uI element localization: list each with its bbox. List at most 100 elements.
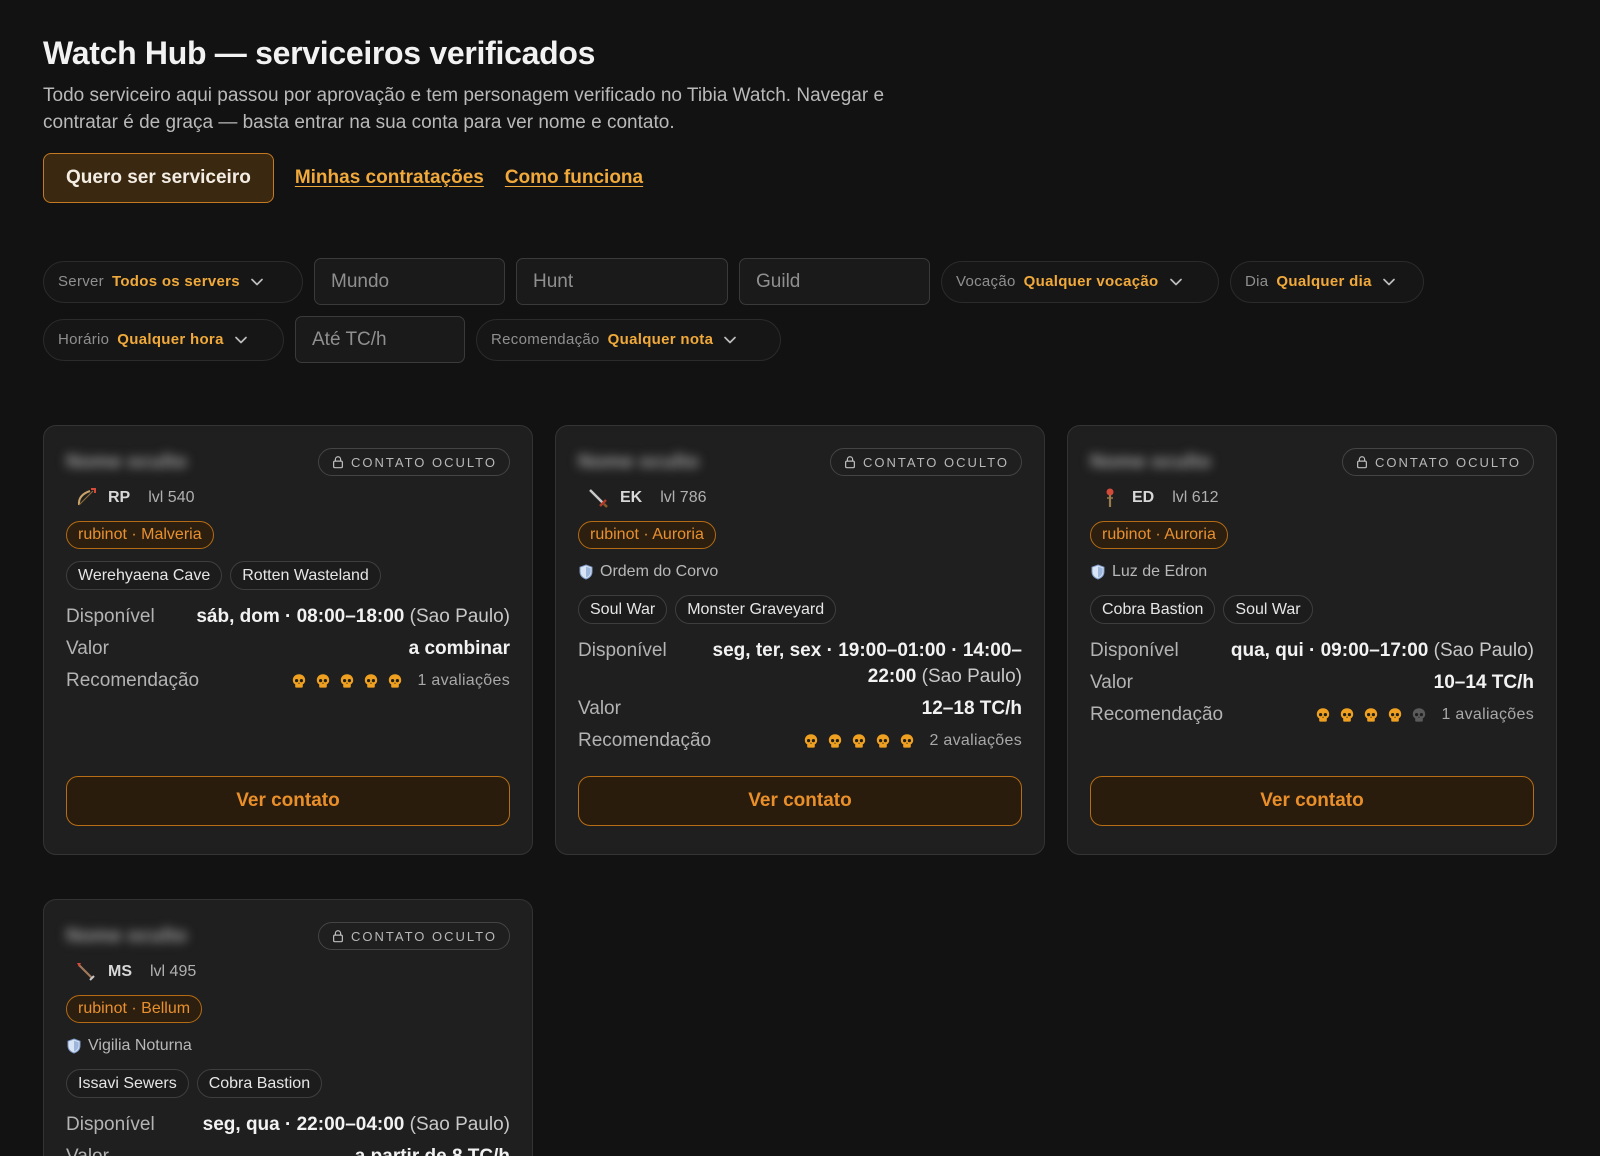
view-contact-button[interactable]: Ver contato: [578, 776, 1022, 826]
provider-card: Nome oculto CONTATO OCULTO ED lvl 612 ru…: [1067, 425, 1557, 855]
hidden-contact-badge: CONTATO OCULTO: [1342, 448, 1534, 476]
server-filter[interactable]: Server Todos os servers: [43, 260, 303, 303]
shield-icon: [1090, 564, 1106, 580]
my-hires-link[interactable]: Minhas contratações: [295, 167, 484, 189]
timezone: (Sao Paulo): [921, 666, 1022, 687]
how-it-works-link[interactable]: Como funciona: [505, 167, 643, 189]
availability-label: Disponível: [66, 606, 155, 627]
world-input[interactable]: Mundo: [314, 258, 505, 305]
become-provider-button[interactable]: Quero ser serviceiro: [43, 153, 274, 203]
price-value: 12–18 TC/h: [921, 698, 1022, 719]
hidden-contact-badge: CONTATO OCULTO: [830, 448, 1022, 476]
chevron-down-icon: [232, 331, 250, 349]
skull-icon: [387, 673, 403, 689]
hidden-contact-badge: CONTATO OCULTO: [318, 448, 510, 476]
skull-icon: [875, 733, 891, 749]
hidden-contact-label: CONTATO OCULTO: [1375, 454, 1521, 470]
server-badge: rubinot · Bellum: [66, 995, 203, 1023]
vocation-filter-label: Vocação: [956, 273, 1016, 290]
day-filter[interactable]: Dia Qualquer dia: [1230, 260, 1424, 303]
availability-value: seg, qua · 22:00–04:00: [202, 1114, 405, 1135]
hunt-tags: Cobra Bastion Soul War: [1090, 595, 1534, 624]
skull-icon: [1411, 707, 1427, 723]
level: lvl 612: [1172, 489, 1219, 506]
hunt-tags: Soul War Monster Graveyard: [578, 595, 1022, 624]
day-filter-label: Dia: [1245, 273, 1269, 290]
recommendation-filter-label: Recomendação: [491, 331, 600, 348]
rating-count: 1 avaliações: [1441, 706, 1534, 723]
vocation: MS: [108, 963, 132, 980]
price-row: Valor a combinar: [66, 636, 510, 662]
lock-icon: [331, 455, 345, 469]
timezone: (Sao Paulo): [409, 606, 510, 627]
level: lvl 495: [150, 963, 197, 980]
hunt-tags: Werehyaena Cave Rotten Wasteland: [66, 561, 510, 590]
rating-count: 2 avaliações: [929, 732, 1022, 749]
view-contact-button[interactable]: Ver contato: [1090, 776, 1534, 826]
recommendation-filter[interactable]: Recomendação Qualquer nota: [476, 318, 781, 361]
hunt-tag: Soul War: [1223, 595, 1313, 624]
vocation-filter[interactable]: Vocação Qualquer vocação: [941, 260, 1219, 303]
price-label: Valor: [1090, 672, 1133, 693]
availability-label: Disponível: [66, 1114, 155, 1135]
skull-icon: [363, 673, 379, 689]
lock-icon: [843, 455, 857, 469]
lock-icon: [331, 929, 345, 943]
guild-name: Vigilia Noturna: [88, 1037, 192, 1054]
sword-icon: [589, 489, 608, 508]
server-filter-label: Server: [58, 273, 104, 290]
price-row: Valor 10–14 TC/h: [1090, 670, 1534, 696]
price-value: 10–14 TC/h: [1433, 672, 1534, 693]
chevron-down-icon: [1380, 273, 1398, 291]
price-value: a partir de 8 TC/h: [355, 1144, 510, 1156]
page-title: Watch Hub — serviceiros verificados: [43, 35, 596, 71]
guild-name: Ordem do Corvo: [600, 563, 719, 580]
skull-icon: [1339, 707, 1355, 723]
skull-icon: [803, 733, 819, 749]
availability-row: Disponível seg, qua · 22:00–04:00 (Sao P…: [66, 1112, 510, 1138]
skull-icon: [827, 733, 843, 749]
availability-value: seg, ter, sex · 19:00–01:00 · 14:00–: [712, 640, 1022, 661]
shield-icon: [66, 1038, 82, 1054]
rod-icon: [1106, 488, 1114, 507]
lock-icon: [1355, 455, 1369, 469]
rating: 1 avaliações: [1315, 702, 1534, 728]
rating-label: Recomendação: [1090, 704, 1224, 725]
server-badge: rubinot · Malveria: [66, 521, 214, 549]
hunt-input[interactable]: Hunt: [516, 258, 728, 305]
skull-icon: [291, 673, 307, 689]
guild-input[interactable]: Guild: [739, 258, 930, 305]
provider-card: Nome oculto CONTATO OCULTO EK lvl 786 ru…: [555, 425, 1045, 855]
hunt-tag: Rotten Wasteland: [230, 561, 381, 590]
page: Watch Hub — serviceiros verificados Todo…: [43, 34, 1557, 1156]
price-label: Valor: [66, 638, 109, 659]
availability-value: 22:00: [867, 666, 917, 687]
hour-filter[interactable]: Horário Qualquer hora: [43, 318, 284, 361]
day-filter-value: Qualquer dia: [1276, 273, 1372, 290]
max-price-input[interactable]: Até TC/h: [295, 316, 465, 363]
price-row: Valor 12–18 TC/h: [578, 696, 1022, 722]
wand-icon: [77, 963, 95, 981]
rating-label: Recomendação: [578, 730, 712, 751]
hunt-tags: Issavi Sewers Cobra Bastion: [66, 1069, 510, 1098]
rating-count: 1 avaliações: [417, 672, 510, 689]
rating-label: Recomendação: [66, 670, 200, 691]
hidden-name: Nome oculto: [578, 450, 700, 473]
availability-value: qua, qui · 09:00–17:00: [1230, 640, 1429, 661]
server-filter-value: Todos os servers: [111, 273, 240, 290]
vocation: ED: [1132, 489, 1155, 506]
skull-icon: [1315, 707, 1331, 723]
rating-row: Recomendação 1 avaliações: [1090, 702, 1534, 728]
hunt-tag: Cobra Bastion: [196, 1069, 323, 1098]
skull-icon: [899, 733, 915, 749]
provider-card: Nome oculto CONTATO OCULTO MS lvl 495 ru…: [43, 899, 533, 1156]
availability-row: Disponível sáb, dom · 08:00–18:00 (Sao P…: [66, 604, 510, 630]
hunt-tag: Cobra Bastion: [1090, 595, 1216, 624]
vocation: RP: [108, 489, 131, 506]
view-contact-button[interactable]: Ver contato: [66, 776, 510, 826]
hidden-name: Nome oculto: [66, 924, 188, 947]
skull-icon: [1363, 707, 1379, 723]
skull-icon: [315, 673, 331, 689]
chevron-down-icon: [248, 273, 266, 291]
hidden-contact-label: CONTATO OCULTO: [351, 454, 497, 470]
